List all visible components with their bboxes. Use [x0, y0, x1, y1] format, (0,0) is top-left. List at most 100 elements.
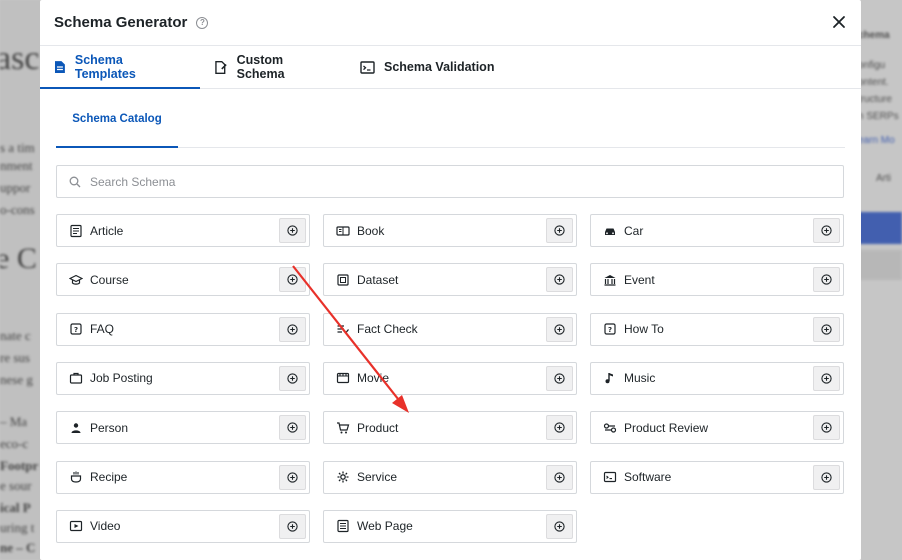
add-schema-button[interactable]	[813, 316, 840, 342]
schema-item-movie[interactable]: Movie	[323, 361, 577, 395]
schema-item-label: Car	[624, 223, 644, 238]
add-schema-button[interactable]	[279, 464, 306, 490]
add-schema-button[interactable]	[546, 464, 573, 490]
add-schema-button[interactable]	[813, 415, 840, 441]
add-schema-button[interactable]	[546, 267, 573, 293]
add-schema-button[interactable]	[813, 267, 840, 293]
plus-circle-icon	[821, 323, 832, 335]
plus-circle-icon	[287, 521, 298, 532]
add-schema-button[interactable]	[279, 513, 306, 539]
add-schema-button[interactable]	[279, 415, 306, 441]
plus-circle-icon	[287, 274, 298, 285]
help-icon[interactable]: ?	[196, 16, 209, 29]
tab-custom-schema[interactable]: Custom Schema	[200, 46, 346, 88]
schema-item-product-review[interactable]: Product Review	[590, 411, 844, 445]
schema-item-person[interactable]: Person	[56, 411, 310, 445]
tab-label: Schema Templates	[74, 53, 136, 81]
schema-item-label: Music	[624, 371, 656, 386]
schema-item-event[interactable]: Event	[590, 263, 844, 297]
search-box[interactable]	[56, 165, 844, 198]
schema-item-label: Course	[90, 272, 129, 287]
music-note-icon	[603, 371, 617, 385]
schema-item-fact-check[interactable]: Fact Check	[323, 312, 577, 346]
service-icon	[336, 470, 350, 484]
search-input[interactable]	[90, 174, 790, 189]
schema-item-label: How To	[624, 322, 664, 337]
add-schema-button[interactable]	[279, 316, 306, 342]
tab-label: Custom Schema	[236, 53, 285, 81]
movie-icon	[336, 371, 350, 385]
car-icon	[603, 224, 617, 238]
add-schema-button[interactable]	[279, 218, 306, 243]
add-schema-button[interactable]	[546, 415, 573, 441]
modal-title: Schema Generator	[54, 14, 188, 31]
plus-circle-icon	[287, 422, 298, 433]
document-icon	[54, 61, 65, 73]
close-button[interactable]	[831, 14, 847, 30]
cart-icon	[336, 421, 350, 435]
schema-item-label: Person	[90, 420, 129, 435]
schema-item-service[interactable]: Service	[323, 460, 577, 494]
plus-circle-icon	[554, 471, 565, 483]
schema-item-product[interactable]: Product	[323, 411, 577, 445]
schema-item-software[interactable]: Software	[590, 460, 844, 494]
review-icon	[603, 421, 617, 435]
how-to-icon: ?	[603, 322, 617, 336]
plus-circle-icon	[287, 323, 298, 335]
schema-item-label: Book	[357, 223, 385, 238]
article-icon	[69, 224, 83, 238]
schema-item-how-to[interactable]: ? How To	[590, 312, 844, 346]
schema-item-label: Dataset	[357, 272, 399, 287]
schema-item-label: Product Review	[624, 420, 709, 435]
software-icon	[603, 470, 617, 484]
plus-circle-icon	[554, 274, 565, 285]
schema-item-faq[interactable]: ? FAQ	[56, 312, 310, 346]
plus-circle-icon	[821, 225, 832, 236]
tab-schema-templates[interactable]: Schema Templates	[40, 46, 200, 89]
schema-item-label: Movie	[357, 371, 390, 386]
add-schema-button[interactable]	[813, 464, 840, 490]
schema-item-video[interactable]: Video	[56, 509, 310, 543]
schema-item-music[interactable]: Music	[590, 361, 844, 395]
schema-item-label: Web Page	[357, 519, 413, 534]
tab-schema-validation[interactable]: Schema Validation	[346, 46, 508, 88]
schema-item-job-posting[interactable]: Job Posting	[56, 361, 310, 395]
schema-item-recipe[interactable]: Recipe	[56, 460, 310, 494]
person-icon	[69, 421, 83, 435]
add-schema-button[interactable]	[813, 365, 840, 391]
tab-label: Schema Validation	[384, 60, 495, 74]
subtab-schema-catalog[interactable]: Schema Catalog	[56, 88, 178, 148]
schema-item-article[interactable]: Article	[56, 214, 310, 247]
plus-circle-icon	[554, 225, 565, 236]
plus-circle-icon	[821, 471, 832, 483]
schema-item-web-page[interactable]: Web Page	[323, 509, 577, 543]
schema-item-car[interactable]: Car	[590, 214, 844, 247]
add-schema-button[interactable]	[279, 267, 306, 293]
add-schema-button[interactable]	[546, 316, 573, 342]
plus-circle-icon	[287, 225, 298, 236]
schema-item-label: Software	[624, 470, 672, 484]
video-icon	[69, 519, 83, 533]
plus-circle-icon	[287, 471, 298, 483]
add-schema-button[interactable]	[813, 218, 840, 243]
schema-item-course[interactable]: Course	[56, 263, 310, 297]
add-schema-button[interactable]	[546, 365, 573, 391]
schema-item-label: Event	[624, 272, 655, 287]
event-icon	[603, 273, 617, 287]
plus-circle-icon	[821, 373, 832, 384]
briefcase-icon	[69, 371, 83, 385]
book-icon	[336, 224, 350, 238]
plus-circle-icon	[287, 373, 298, 384]
svg-text:?: ?	[608, 326, 612, 334]
svg-text:?: ?	[74, 326, 78, 334]
add-schema-button[interactable]	[546, 218, 573, 243]
schema-item-label: FAQ	[90, 322, 115, 337]
add-schema-button[interactable]	[279, 365, 306, 391]
schema-item-book[interactable]: Book	[323, 214, 577, 247]
add-schema-button[interactable]	[546, 513, 573, 539]
subtabs: Schema Catalog	[56, 89, 845, 148]
schema-item-label: Product	[357, 420, 399, 435]
schema-item-dataset[interactable]: Dataset	[323, 263, 577, 297]
schema-item-label: Recipe	[90, 470, 128, 484]
plus-circle-icon	[821, 422, 832, 433]
